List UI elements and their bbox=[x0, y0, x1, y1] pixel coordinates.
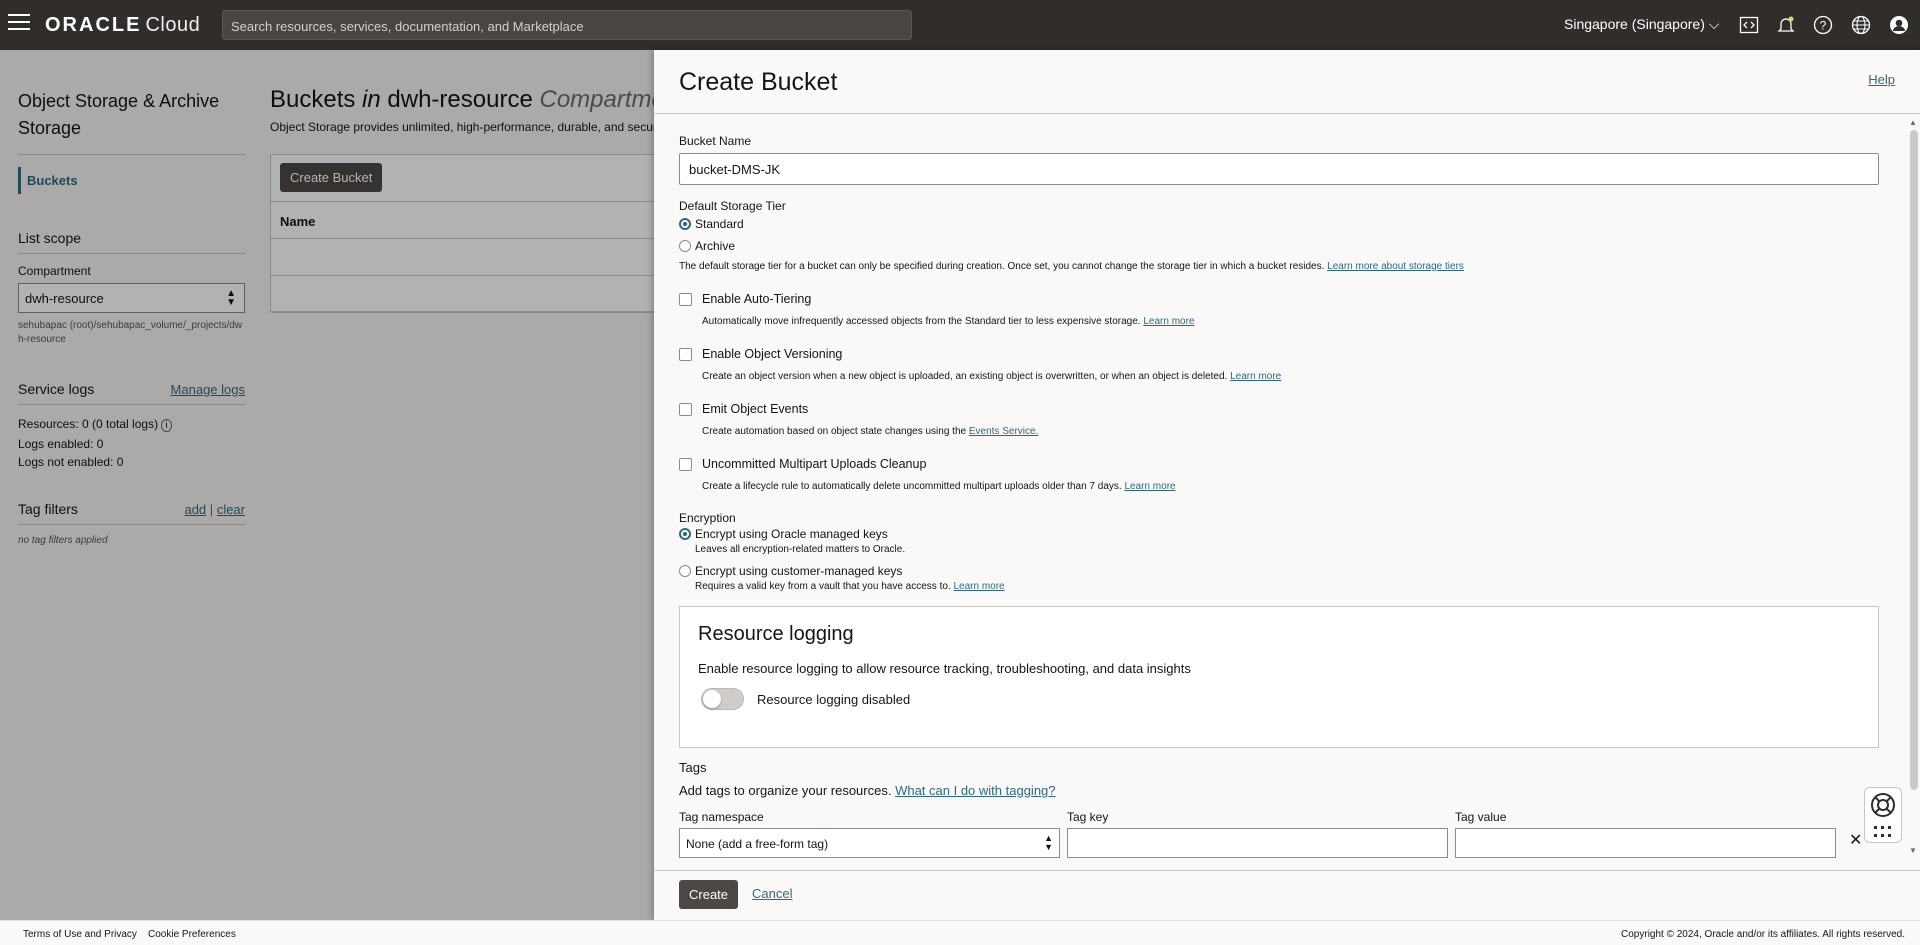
tagging-help-link[interactable]: What can I do with tagging? bbox=[895, 783, 1055, 798]
tag-row: Tag namespace None (add a free-form tag)… bbox=[679, 810, 1879, 858]
help-link[interactable]: Help bbox=[1868, 72, 1895, 87]
scroll-down-icon[interactable]: ▼ bbox=[1909, 846, 1917, 855]
resource-logging-title: Resource logging bbox=[698, 623, 854, 645]
terms-link[interactable]: Terms of Use and Privacy bbox=[23, 929, 137, 940]
panel-header: Create Bucket Help bbox=[654, 50, 1920, 114]
create-bucket-panel: Create Bucket Help Bucket Name bucket-DM… bbox=[654, 50, 1920, 920]
object-events-label: Emit Object Events bbox=[702, 402, 809, 416]
multipart-cleanup-description: Create a lifecycle rule to automatically… bbox=[702, 481, 1122, 492]
notifications-bell-icon[interactable] bbox=[1774, 13, 1798, 37]
auto-tiering-description: Automatically move infrequently accessed… bbox=[702, 316, 1141, 327]
resource-logging-description: Enable resource logging to allow resourc… bbox=[698, 661, 1191, 676]
multipart-cleanup-checkbox[interactable] bbox=[679, 457, 692, 471]
global-search-input[interactable]: Search resources, services, documentatio… bbox=[222, 10, 912, 40]
chevron-down-icon: ⌵ bbox=[1708, 16, 1720, 32]
versioning-label: Enable Object Versioning bbox=[702, 347, 843, 361]
tags-description-text: Add tags to organize your resources. bbox=[679, 783, 892, 798]
tag-key-input[interactable] bbox=[1067, 828, 1448, 858]
storage-tier-note: The default storage tier for a bucket ca… bbox=[679, 261, 1879, 272]
multipart-cleanup-label: Uncommitted Multipart Uploads Cleanup bbox=[702, 457, 927, 471]
encryption-label: Encryption bbox=[679, 511, 736, 525]
copyright-text: Copyright © 2024, Oracle and/or its affi… bbox=[1621, 929, 1905, 940]
tier-standard-label: Standard bbox=[695, 217, 744, 231]
cancel-link[interactable]: Cancel bbox=[752, 886, 792, 901]
storage-tier-label: Default Storage Tier bbox=[679, 199, 786, 213]
encrypt-customer-option[interactable]: Encrypt using customer-managed keys bbox=[679, 562, 1879, 580]
logo-product: Cloud bbox=[145, 14, 201, 36]
auto-tiering-learn-more-link[interactable]: Learn more bbox=[1143, 316, 1194, 327]
page-footer: Terms of Use and Privacy Cookie Preferen… bbox=[0, 920, 1920, 945]
user-profile-icon[interactable] bbox=[1887, 13, 1911, 37]
bucket-name-input[interactable]: bucket-DMS-JK bbox=[679, 153, 1879, 185]
versioning-learn-more-link[interactable]: Learn more bbox=[1230, 371, 1281, 382]
encryption-learn-more-link[interactable]: Learn more bbox=[953, 581, 1004, 592]
tag-key-label: Tag key bbox=[1067, 810, 1109, 824]
versioning-description: Create an object version when a new obje… bbox=[702, 371, 1228, 382]
select-arrows-icon: ▲ ▼ bbox=[1044, 833, 1053, 852]
events-service-link[interactable]: Events Service. bbox=[969, 426, 1038, 437]
region-selector[interactable]: Singapore (Singapore) ⌵ bbox=[1564, 16, 1719, 33]
resource-logging-section: Resource logging Enable resource logging… bbox=[679, 606, 1879, 748]
svg-text:?: ? bbox=[1820, 19, 1827, 33]
object-events-option: Emit Object Events Create automation bas… bbox=[679, 402, 1879, 437]
tag-namespace-label: Tag namespace bbox=[679, 810, 764, 824]
tier-standard-option[interactable]: Standard bbox=[679, 213, 1879, 235]
tag-value-input[interactable] bbox=[1455, 828, 1836, 858]
tags-description: Add tags to organize your resources. Wha… bbox=[679, 783, 1879, 798]
remove-tag-close-icon[interactable]: ✕ bbox=[1849, 830, 1862, 858]
create-button[interactable]: Create bbox=[679, 880, 739, 909]
radio-unselected-icon[interactable] bbox=[679, 565, 691, 577]
radio-selected-icon[interactable] bbox=[679, 528, 691, 540]
storage-tiers-learn-more-link[interactable]: Learn more about storage tiers bbox=[1327, 261, 1464, 272]
multipart-learn-more-link[interactable]: Learn more bbox=[1124, 481, 1175, 492]
resource-logging-toggle-label: Resource logging disabled bbox=[757, 691, 911, 707]
encrypt-oracle-option[interactable]: Encrypt using Oracle managed keys bbox=[679, 525, 1879, 543]
code-editor-icon[interactable] bbox=[1737, 13, 1761, 37]
modal-overlay[interactable] bbox=[0, 50, 654, 920]
apps-grid-icon[interactable] bbox=[1873, 825, 1893, 839]
panel-title: Create Bucket bbox=[679, 68, 838, 96]
radio-selected-icon[interactable] bbox=[679, 218, 691, 230]
language-globe-icon[interactable] bbox=[1849, 13, 1873, 37]
versioning-checkbox[interactable] bbox=[679, 347, 692, 361]
tag-namespace-select[interactable]: None (add a free-form tag) ▲ ▼ bbox=[679, 828, 1060, 858]
tier-archive-option[interactable]: Archive bbox=[679, 235, 1879, 257]
tags-heading: Tags bbox=[679, 760, 707, 775]
panel-scroll-area: Bucket Name bucket-DMS-JK Default Storag… bbox=[654, 115, 1906, 922]
tag-namespace-value: None (add a free-form tag) bbox=[686, 837, 829, 851]
auto-tiering-label: Enable Auto-Tiering bbox=[702, 292, 812, 306]
hamburger-menu-icon[interactable] bbox=[8, 14, 30, 32]
encrypt-oracle-label: Encrypt using Oracle managed keys bbox=[695, 527, 888, 541]
help-widget[interactable] bbox=[1864, 787, 1902, 843]
radio-unselected-icon[interactable] bbox=[679, 240, 691, 252]
panel-scrollbar[interactable]: ▲ ▼ bbox=[1908, 118, 1918, 920]
bucket-name-label: Bucket Name bbox=[679, 134, 752, 148]
encrypt-customer-description-text: Requires a valid key from a vault that y… bbox=[695, 581, 951, 592]
encrypt-customer-label: Encrypt using customer-managed keys bbox=[695, 564, 903, 578]
oracle-cloud-logo[interactable]: ORACLE Cloud bbox=[45, 14, 200, 37]
multipart-cleanup-option: Uncommitted Multipart Uploads Cleanup Cr… bbox=[679, 457, 1879, 492]
object-events-description: Create automation based on object state … bbox=[702, 426, 967, 437]
versioning-option: Enable Object Versioning Create an objec… bbox=[679, 347, 1879, 382]
auto-tiering-option: Enable Auto-Tiering Automatically move i… bbox=[679, 292, 1879, 327]
tag-value-label: Tag value bbox=[1455, 810, 1507, 824]
encrypt-customer-description: Requires a valid key from a vault that y… bbox=[695, 581, 1879, 592]
top-bar: ORACLE Cloud Search resources, services, … bbox=[0, 0, 1920, 50]
help-question-icon[interactable]: ? bbox=[1811, 13, 1835, 37]
tier-archive-label: Archive bbox=[695, 239, 736, 253]
cookie-preferences-link[interactable]: Cookie Preferences bbox=[148, 929, 236, 940]
lifebuoy-icon[interactable] bbox=[1870, 792, 1896, 818]
region-label: Singapore (Singapore) bbox=[1564, 16, 1705, 32]
scroll-up-icon[interactable]: ▲ bbox=[1909, 118, 1917, 127]
auto-tiering-checkbox[interactable] bbox=[679, 292, 692, 306]
resource-logging-toggle[interactable] bbox=[701, 688, 744, 710]
panel-footer: Create Cancel bbox=[654, 870, 1920, 920]
object-events-checkbox[interactable] bbox=[679, 402, 692, 416]
storage-tier-note-text: The default storage tier for a bucket ca… bbox=[679, 261, 1325, 272]
logo-brand: ORACLE bbox=[45, 14, 142, 36]
encrypt-oracle-description: Leaves all encryption-related matters to… bbox=[695, 544, 906, 555]
